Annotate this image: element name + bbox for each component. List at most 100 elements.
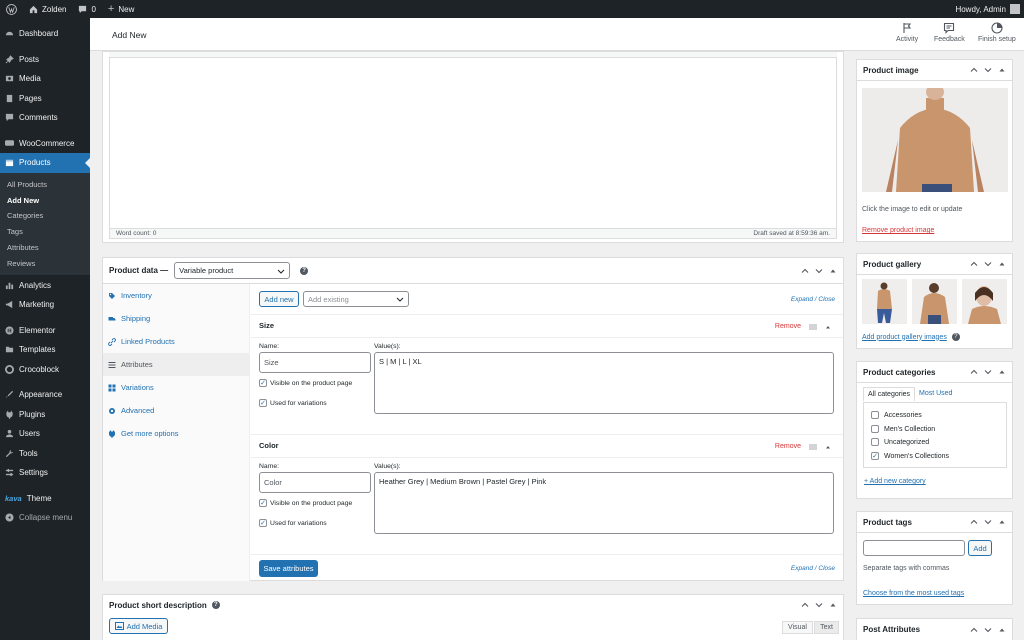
move-up-icon[interactable]: [970, 66, 978, 74]
menu-posts[interactable]: Posts: [0, 50, 90, 70]
move-up-icon[interactable]: [801, 267, 809, 275]
submenu-attributes[interactable]: Attributes: [0, 240, 90, 256]
move-down-icon[interactable]: [984, 368, 992, 376]
tab-most-used[interactable]: Most Used: [919, 390, 952, 397]
add-tag-button[interactable]: Add: [968, 540, 992, 556]
move-up-icon[interactable]: [970, 368, 978, 376]
toggle-panel-icon[interactable]: [998, 626, 1006, 634]
menu-tools[interactable]: Tools: [0, 443, 90, 463]
tab-variations[interactable]: Variations: [103, 376, 249, 399]
toggle-panel-icon[interactable]: [998, 66, 1006, 74]
gallery-image-2[interactable]: [912, 279, 957, 324]
menu-products[interactable]: Products: [0, 153, 90, 173]
menu-elementor[interactable]: Elementor: [0, 320, 90, 340]
category-item[interactable]: Men's Collection: [871, 425, 935, 433]
menu-appearance[interactable]: Appearance: [0, 385, 90, 405]
submenu-tags[interactable]: Tags: [0, 224, 90, 240]
toggle-panel-icon[interactable]: [829, 601, 837, 609]
move-down-icon[interactable]: [984, 260, 992, 268]
new-content-link[interactable]: + New: [102, 0, 140, 18]
finish-setup-button[interactable]: Finish setup: [978, 22, 1016, 43]
help-icon[interactable]: ?: [211, 601, 220, 609]
category-item[interactable]: Uncategorized: [871, 438, 929, 446]
submenu-categories[interactable]: Categories: [0, 208, 90, 224]
drag-handle-icon[interactable]: [809, 444, 817, 450]
tab-all-categories[interactable]: All categories: [863, 387, 916, 401]
comments-link[interactable]: 0: [72, 0, 101, 18]
help-icon[interactable]: ?: [951, 333, 960, 341]
attribute-values-textarea[interactable]: Heather Grey | Medium Brown | Pastel Gre…: [374, 472, 834, 534]
tab-get-more-options[interactable]: Get more options: [103, 422, 249, 445]
text-tab[interactable]: Text: [814, 621, 839, 634]
tab-advanced[interactable]: Advanced: [103, 399, 249, 422]
menu-kava-theme[interactable]: kava Theme: [0, 488, 90, 508]
move-down-icon[interactable]: [984, 518, 992, 526]
attribute-values-textarea[interactable]: S | M | L | XL: [374, 352, 834, 414]
remove-attribute-link[interactable]: Remove: [775, 323, 801, 330]
used-for-variations-checkbox[interactable]: ✓: [259, 399, 267, 407]
menu-analytics[interactable]: Analytics: [0, 275, 90, 295]
variations-checkbox-row[interactable]: ✓ Used for variations: [259, 519, 327, 527]
tab-linked-products[interactable]: Linked Products: [103, 330, 249, 353]
menu-templates[interactable]: Templates: [0, 340, 90, 360]
collapse-menu-button[interactable]: Collapse menu: [0, 508, 90, 528]
editor-textarea[interactable]: [109, 58, 837, 228]
menu-marketing[interactable]: Marketing: [0, 295, 90, 315]
move-down-icon[interactable]: [815, 267, 823, 275]
menu-comments[interactable]: Comments: [0, 108, 90, 128]
menu-media[interactable]: Media: [0, 69, 90, 89]
move-down-icon[interactable]: [984, 626, 992, 634]
move-down-icon[interactable]: [815, 601, 823, 609]
remove-attribute-link[interactable]: Remove: [775, 443, 801, 450]
activity-button[interactable]: Activity: [896, 22, 918, 43]
menu-pages[interactable]: Pages: [0, 89, 90, 109]
add-existing-attribute-select[interactable]: Add existing: [303, 291, 409, 307]
product-type-select[interactable]: Variable product: [174, 262, 291, 279]
add-new-attribute-button[interactable]: Add new: [259, 291, 299, 307]
category-item[interactable]: ✓ Women's Collections: [871, 452, 949, 460]
toggle-panel-icon[interactable]: [998, 518, 1006, 526]
new-tag-input[interactable]: [863, 540, 965, 556]
toggle-panel-icon[interactable]: [829, 267, 837, 275]
wordpress-logo-icon[interactable]: [0, 0, 23, 18]
tab-inventory[interactable]: Inventory: [103, 284, 249, 307]
visible-checkbox-row[interactable]: ✓ Visible on the product page: [259, 379, 352, 387]
move-up-icon[interactable]: [801, 601, 809, 609]
gallery-image-3[interactable]: [962, 279, 1007, 324]
feedback-button[interactable]: Feedback: [934, 22, 965, 43]
submenu-reviews[interactable]: Reviews: [0, 255, 90, 271]
my-account-link[interactable]: Howdy, Admin: [949, 0, 1024, 18]
add-gallery-images-link[interactable]: Add product gallery images: [862, 334, 947, 341]
menu-dashboard[interactable]: Dashboard: [0, 24, 90, 44]
expand-close-link-top[interactable]: Expand / Close: [791, 296, 835, 303]
product-image-thumbnail[interactable]: [862, 88, 1008, 192]
move-down-icon[interactable]: [984, 66, 992, 74]
choose-tags-link[interactable]: Choose from the most used tags: [863, 590, 964, 597]
collapse-arrow-icon[interactable]: [825, 444, 831, 450]
site-name-link[interactable]: Zolden: [23, 0, 72, 18]
visible-checkbox[interactable]: ✓: [259, 499, 267, 507]
category-checkbox[interactable]: [871, 411, 879, 419]
toggle-panel-icon[interactable]: [998, 368, 1006, 376]
move-up-icon[interactable]: [970, 626, 978, 634]
gallery-image-1[interactable]: [862, 279, 907, 324]
drag-handle-icon[interactable]: [809, 324, 817, 330]
submenu-all-products[interactable]: All Products: [0, 177, 90, 193]
attribute-name-input[interactable]: Size: [259, 352, 371, 373]
move-up-icon[interactable]: [970, 518, 978, 526]
move-up-icon[interactable]: [970, 260, 978, 268]
category-checkbox[interactable]: [871, 438, 879, 446]
toggle-panel-icon[interactable]: [998, 260, 1006, 268]
menu-users[interactable]: Users: [0, 424, 90, 444]
menu-crocoblock[interactable]: Crocoblock: [0, 359, 90, 379]
category-checkbox[interactable]: [871, 425, 879, 433]
tab-shipping[interactable]: Shipping: [103, 307, 249, 330]
save-attributes-button[interactable]: Save attributes: [259, 560, 318, 577]
collapse-arrow-icon[interactable]: [825, 324, 831, 330]
used-for-variations-checkbox[interactable]: ✓: [259, 519, 267, 527]
category-item[interactable]: Accessories: [871, 411, 922, 419]
menu-settings[interactable]: Settings: [0, 463, 90, 483]
menu-plugins[interactable]: Plugins: [0, 404, 90, 424]
visible-checkbox[interactable]: ✓: [259, 379, 267, 387]
menu-woocommerce[interactable]: WooCommerce: [0, 134, 90, 154]
